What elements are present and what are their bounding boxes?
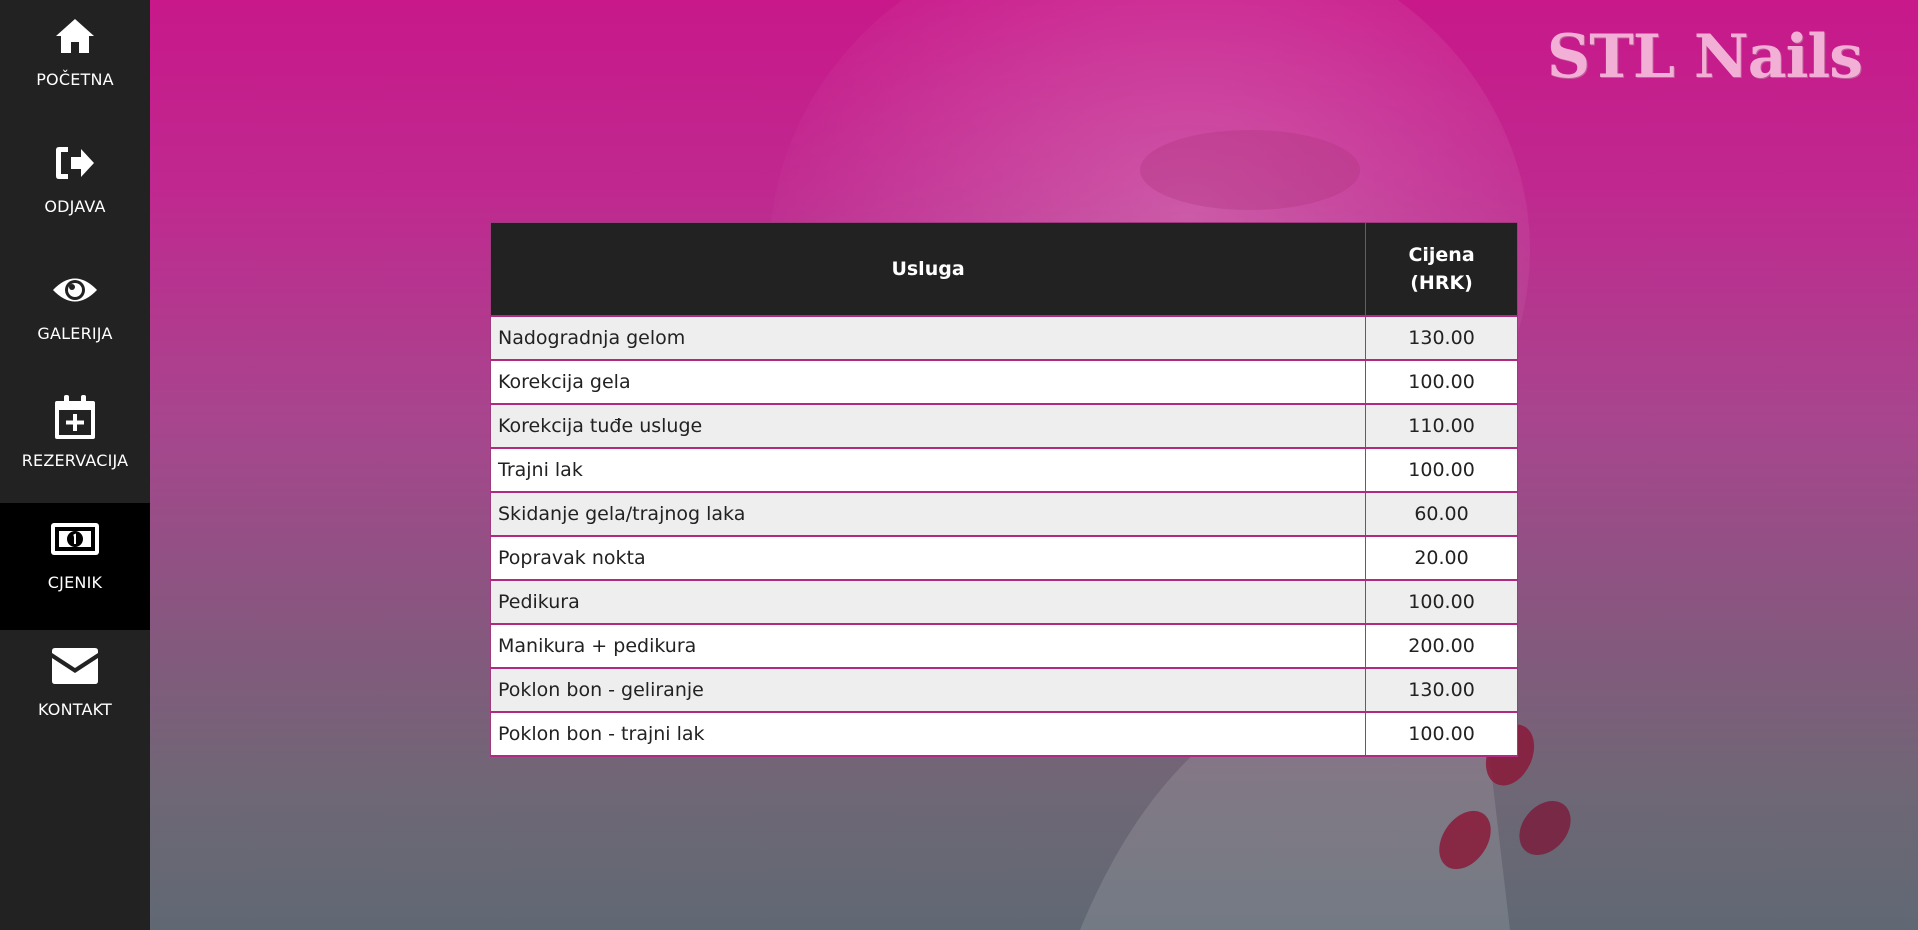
price-cell: 20.00 [1365,535,1518,581]
sidebar-item-label: GALERIJA [37,324,113,343]
home-icon [0,12,150,60]
price-table: Usluga Cijena (HRK) Nadogradnja gelom 13… [489,222,1518,757]
table-row: Popravak nokta 20.00 [489,535,1518,581]
service-cell: Poklon bon - trajni lak [489,711,1367,757]
price-cell: 100.00 [1365,579,1518,625]
sidebar-item-kontakt[interactable]: KONTAKT [0,630,150,757]
table-header-row: Usluga Cijena (HRK) [489,222,1518,317]
sidebar-item-cjenik[interactable]: CJENIK [0,503,150,630]
table-row: Poklon bon - trajni lak 100.00 [489,711,1518,757]
calendar-plus-icon [0,393,150,441]
app-root: POČETNA ODJAVA GALERIJA REZERVACIJA CJEN… [0,0,1918,930]
price-cell: 100.00 [1365,447,1518,493]
sidebar-item-label: KONTAKT [37,700,113,719]
eye-icon [0,266,150,314]
table-row: Pedikura 100.00 [489,579,1518,625]
table-row: Manikura + pedikura 200.00 [489,623,1518,669]
service-cell: Pedikura [489,579,1367,625]
sidebar-item-label: ODJAVA [44,197,106,216]
price-cell: 100.00 [1365,711,1518,757]
table-row: Nadogradnja gelom 130.00 [489,315,1518,361]
envelope-icon [0,642,150,690]
table-row: Trajni lak 100.00 [489,447,1518,493]
sidebar-item-galerija[interactable]: GALERIJA [0,254,150,381]
sidebar-item-odjava[interactable]: ODJAVA [0,127,150,254]
table-row: Poklon bon - geliranje 130.00 [489,667,1518,713]
service-cell: Manikura + pedikura [489,623,1367,669]
service-cell: Korekcija tuđe usluge [489,403,1367,449]
price-cell: 110.00 [1365,403,1518,449]
price-cell: 130.00 [1365,315,1518,361]
sidebar-item-pocetna[interactable]: POČETNA [0,0,150,127]
brand-logo[interactable]: STL Nails [1547,22,1863,92]
sidebar-item-label: REZERVACIJA [21,451,129,470]
money-bill-icon [0,515,150,563]
price-cell: 60.00 [1365,491,1518,537]
column-header-service: Usluga [489,222,1367,317]
price-cell: 130.00 [1365,667,1518,713]
service-cell: Poklon bon - geliranje [489,667,1367,713]
service-cell: Trajni lak [489,447,1367,493]
sidebar: POČETNA ODJAVA GALERIJA REZERVACIJA CJEN… [0,0,150,930]
column-header-price-line1: Cijena [1408,244,1475,266]
service-cell: Popravak nokta [489,535,1367,581]
table-row: Skidanje gela/trajnog laka 60.00 [489,491,1518,537]
price-cell: 100.00 [1365,359,1518,405]
table-row: Korekcija gela 100.00 [489,359,1518,405]
sidebar-item-rezervacija[interactable]: REZERVACIJA [0,381,150,508]
table-row: Korekcija tuđe usluge 110.00 [489,403,1518,449]
sidebar-item-label: CJENIK [47,573,103,592]
service-cell: Nadogradnja gelom [489,315,1367,361]
column-header-price: Cijena (HRK) [1365,222,1518,317]
sidebar-item-label: POČETNA [36,70,114,89]
price-cell: 200.00 [1365,623,1518,669]
service-cell: Korekcija gela [489,359,1367,405]
logout-icon [0,139,150,187]
service-cell: Skidanje gela/trajnog laka [489,491,1367,537]
column-header-price-line2: (HRK) [1410,272,1473,294]
